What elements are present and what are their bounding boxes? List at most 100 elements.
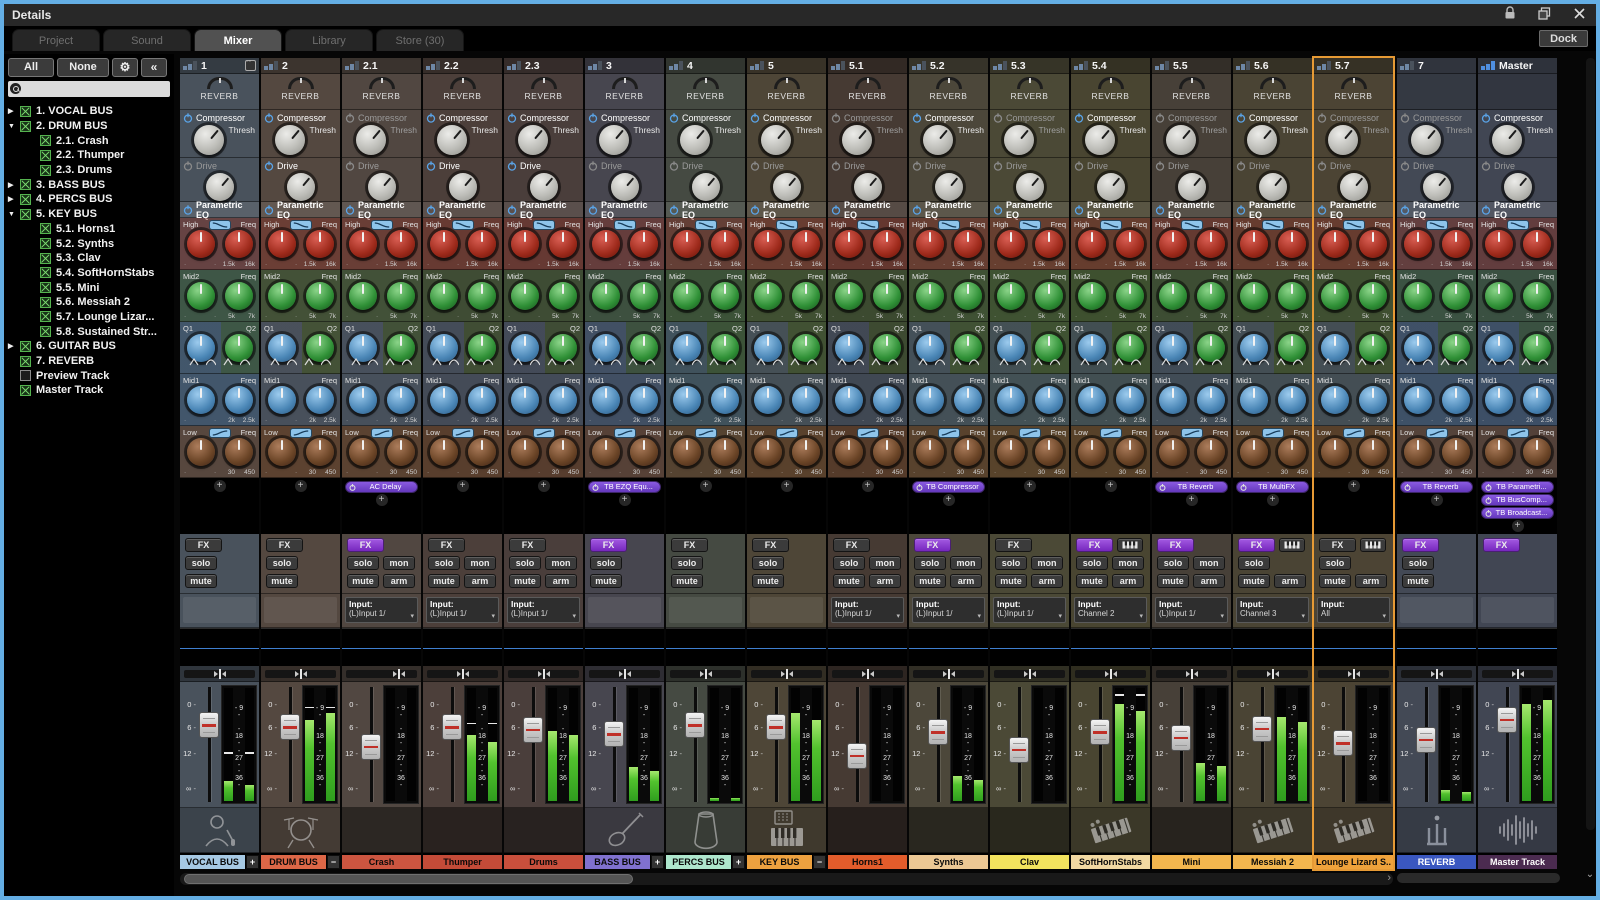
pan-marker[interactable]: [1348, 669, 1360, 679]
eq-knob-freq[interactable]: [630, 438, 658, 466]
track-name-label[interactable]: Messiah 2: [1233, 855, 1312, 869]
track-checkbox[interactable]: [40, 150, 51, 161]
drive-knob[interactable]: [1340, 173, 1368, 201]
fx-button[interactable]: FX: [1483, 538, 1520, 552]
track-name-label[interactable]: Lounge Lizard S..: [1314, 855, 1393, 869]
track-name-label[interactable]: Master Track: [1478, 855, 1557, 869]
drive-power-icon[interactable]: [1481, 161, 1491, 171]
solo-button[interactable]: solo: [266, 556, 298, 570]
fx-button[interactable]: FX: [671, 538, 708, 552]
fader-track[interactable]: [764, 685, 788, 804]
eq-knob-freq[interactable]: [954, 386, 982, 414]
high-shelf-icon[interactable]: [209, 220, 231, 230]
track-name-label[interactable]: Clav: [990, 855, 1069, 869]
channel-header[interactable]: 2.1: [342, 58, 421, 74]
eq-power-icon[interactable]: [1074, 205, 1084, 215]
expand-bus-button[interactable]: +: [651, 855, 664, 869]
eq-knob-freq[interactable]: [549, 386, 577, 414]
pan-marker[interactable]: [1512, 669, 1524, 679]
high-shelf-icon[interactable]: [614, 220, 636, 230]
drive-knob[interactable]: [206, 173, 234, 201]
eq-knob-freq[interactable]: [792, 282, 820, 310]
low-shelf-icon[interactable]: [1262, 428, 1284, 438]
instrument-keys-icon[interactable]: [1360, 538, 1386, 552]
pan-marker[interactable]: [295, 669, 307, 679]
eq-knob-freq[interactable]: [387, 386, 415, 414]
drive-power-icon[interactable]: [183, 161, 193, 171]
pan-marker[interactable]: [1105, 669, 1117, 679]
eq-knob-gain[interactable]: [754, 230, 782, 258]
track-name-label[interactable]: PERCS BUS: [666, 855, 731, 869]
eq-knob-freq[interactable]: [873, 438, 901, 466]
eq-knob-freq[interactable]: [1523, 282, 1551, 310]
fader-track[interactable]: [1414, 685, 1438, 804]
sidebar-item[interactable]: ▶6. GUITAR BUS: [8, 339, 174, 354]
collapse-sidebar-icon[interactable]: «: [141, 58, 167, 77]
drive-power-icon[interactable]: [669, 161, 679, 171]
mon-button[interactable]: mon: [869, 556, 901, 570]
pan-slider[interactable]: [1397, 666, 1476, 682]
mute-button[interactable]: mute: [1319, 574, 1351, 588]
drive-power-icon[interactable]: [1155, 161, 1165, 171]
mon-button[interactable]: mon: [383, 556, 415, 570]
reverb-send-knob[interactable]: [612, 77, 638, 89]
collapse-bus-button[interactable]: −: [327, 855, 340, 869]
add-fx-button[interactable]: +: [1314, 480, 1393, 492]
eq-knob-freq[interactable]: [711, 282, 739, 310]
eq-knob-gain[interactable]: [430, 282, 458, 310]
eq-knob-gain[interactable]: [187, 282, 215, 310]
tab-store-30-[interactable]: Store (30): [376, 29, 464, 51]
fx-button[interactable]: FX: [914, 538, 951, 552]
eq-knob-gain[interactable]: [592, 386, 620, 414]
eq-knob-freq[interactable]: [1278, 386, 1306, 414]
drive-power-icon[interactable]: [1236, 161, 1246, 171]
pan-marker[interactable]: [1024, 669, 1036, 679]
mute-button[interactable]: mute: [995, 574, 1027, 588]
drive-knob[interactable]: [1016, 173, 1044, 201]
eq-knob-freq[interactable]: [387, 282, 415, 310]
pan-marker[interactable]: [538, 669, 550, 679]
eq-knob-gain[interactable]: [268, 230, 296, 258]
sidebar-item[interactable]: 5.8. Sustained Str...: [8, 324, 174, 339]
pan-marker[interactable]: [457, 669, 469, 679]
eq-knob-gain[interactable]: [1240, 282, 1268, 310]
fader-handle[interactable]: [1171, 725, 1191, 751]
reverb-send-knob[interactable]: [288, 77, 314, 89]
arm-button[interactable]: arm: [1193, 574, 1225, 588]
eq-knob-gain[interactable]: [673, 282, 701, 310]
eq-knob-gain[interactable]: [1485, 230, 1513, 258]
add-fx-button[interactable]: +: [585, 494, 664, 506]
compressor-power-icon[interactable]: [183, 113, 193, 123]
arm-button[interactable]: arm: [464, 574, 496, 588]
drive-knob[interactable]: [935, 173, 963, 201]
eq-knob-gain[interactable]: [673, 386, 701, 414]
sidebar-item[interactable]: 5.4. SoftHornStabs: [8, 266, 174, 281]
fader-handle[interactable]: [928, 719, 948, 745]
fader-handle[interactable]: [604, 721, 624, 747]
eq-knob-freq[interactable]: [1116, 230, 1144, 258]
eq-knob-freq[interactable]: [1523, 438, 1551, 466]
eq-knob-gain[interactable]: [592, 230, 620, 258]
search-input[interactable]: [8, 81, 170, 97]
low-shelf-icon[interactable]: [857, 428, 879, 438]
plugin-power-icon[interactable]: [1485, 497, 1492, 506]
eq-power-icon[interactable]: [1236, 205, 1246, 215]
fx-plugin-chip[interactable]: TB EZQ Equ...: [588, 481, 661, 493]
fader-track[interactable]: [1169, 685, 1193, 804]
compressor-power-icon[interactable]: [831, 113, 841, 123]
expand-bus-button[interactable]: +: [246, 855, 259, 869]
reverb-send-knob[interactable]: [855, 77, 881, 89]
track-checkbox[interactable]: [40, 135, 51, 146]
eq-knob-gain[interactable]: [1159, 386, 1187, 414]
drive-knob[interactable]: [368, 173, 396, 201]
compressor-power-icon[interactable]: [507, 113, 517, 123]
fader-handle[interactable]: [1416, 727, 1436, 753]
eq-knob-freq[interactable]: [468, 386, 496, 414]
eq-knob-freq[interactable]: [1523, 386, 1551, 414]
eq-knob-freq[interactable]: [954, 230, 982, 258]
eq-power-icon[interactable]: [183, 205, 193, 215]
drive-power-icon[interactable]: [1317, 161, 1327, 171]
mute-button[interactable]: mute: [1238, 574, 1270, 588]
eq-power-icon[interactable]: [669, 205, 679, 215]
eq-knob-gain[interactable]: [997, 230, 1025, 258]
